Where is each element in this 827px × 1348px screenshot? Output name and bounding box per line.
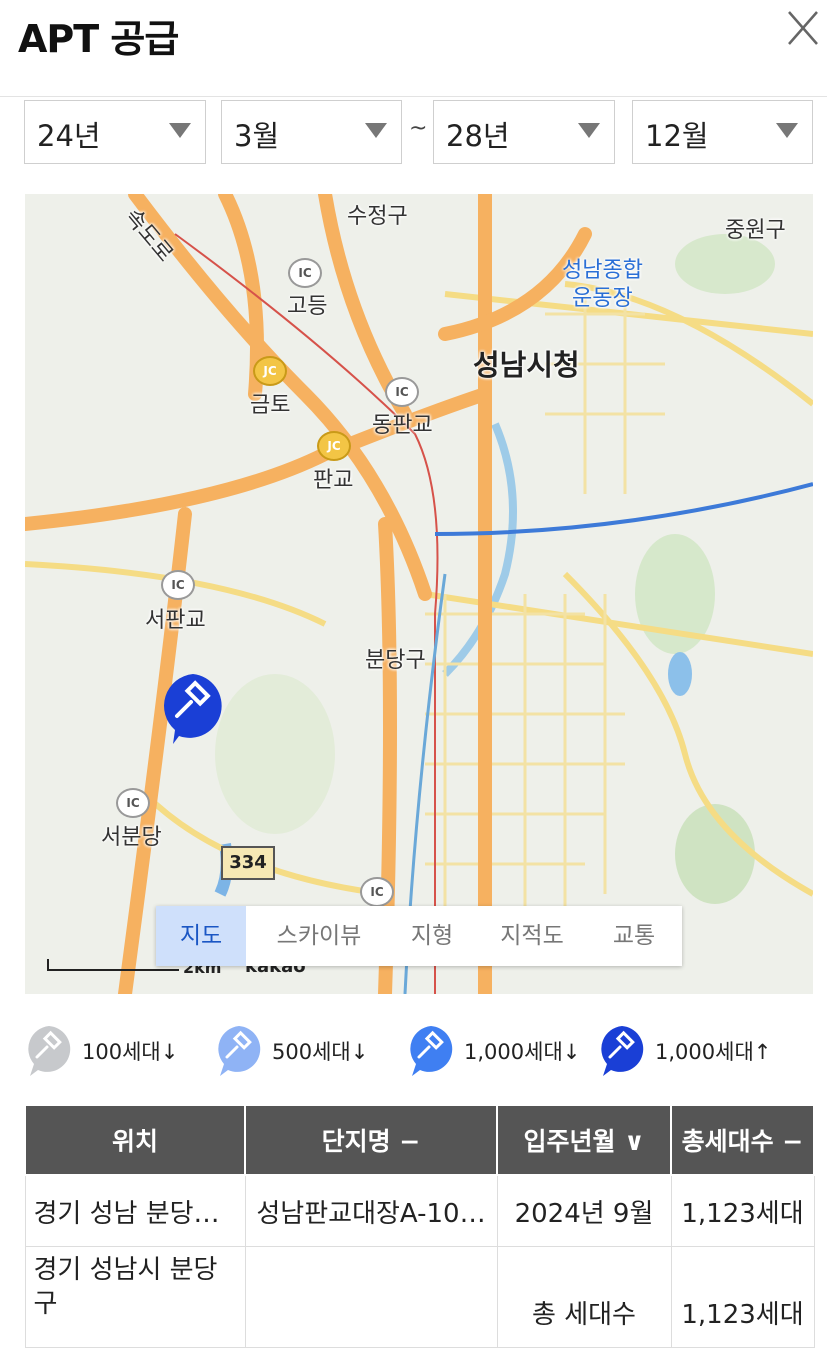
column-header-move-in-date[interactable]: 입주년월 ∨ — [496, 1104, 672, 1176]
route-number-sign: 334 — [221, 846, 275, 880]
to-month-value: 12월 — [645, 119, 709, 153]
legend-item: 1,000세대↓ — [406, 1022, 596, 1078]
legend: 100세대↓ 500세대↓ 1,000세대↓ 1,000세대↑ — [24, 1022, 814, 1078]
from-month-select[interactable]: 3월 — [221, 100, 402, 164]
map-label-jungwon: 중원구 — [725, 218, 786, 243]
apartment-pin-icon[interactable] — [159, 672, 227, 744]
table-row[interactable]: 경기 성남시 분당구 총 세대수 1,123세대 — [24, 1246, 815, 1348]
pin-blue-icon — [410, 1026, 453, 1076]
legend-label: 1,000세대↓ — [464, 1040, 581, 1064]
cell-total-households: 1,123세대 — [670, 1246, 815, 1348]
legend-label: 1,000세대↑ — [655, 1040, 772, 1064]
to-month-select[interactable]: 12월 — [632, 100, 813, 164]
legend-item: 500세대↓ — [214, 1022, 394, 1078]
map-background — [25, 194, 813, 994]
map-label-sports-complex-2: 운동장 — [572, 286, 633, 311]
map-type-tab-traffic[interactable]: 교통 — [592, 906, 676, 966]
pin-gray-icon — [28, 1026, 71, 1076]
from-year-select[interactable]: 24년 — [24, 100, 206, 164]
cell-complex-name — [244, 1246, 498, 1348]
map-label-pangyo: 판교 — [313, 468, 354, 493]
cell-move-in-date: 2024년 9월 — [496, 1174, 672, 1247]
column-header-location[interactable]: 위치 — [24, 1104, 246, 1176]
pin-dark-blue-icon — [601, 1026, 644, 1076]
map-label-bundang: 분당구 — [365, 648, 426, 673]
map-type-tab-map[interactable]: 지도 — [156, 906, 246, 966]
map-type-tab-skyview[interactable]: 스카이뷰 — [254, 906, 384, 966]
ic-marker: IC — [161, 570, 195, 600]
from-year-value: 24년 — [37, 119, 101, 153]
to-year-select[interactable]: 28년 — [433, 100, 615, 164]
legend-label: 500세대↓ — [272, 1040, 369, 1064]
ic-marker: IC — [385, 377, 419, 407]
legend-label: 100세대↓ — [82, 1040, 179, 1064]
map-label-seopangyo: 서판교 — [145, 608, 206, 633]
map-label-city-hall: 성남시청 — [473, 348, 580, 382]
cell-complex-name: 성남판교대장A-10… — [244, 1174, 498, 1247]
page-title: APT 공급 — [18, 17, 179, 61]
from-month-value: 3월 — [234, 119, 280, 153]
map-label-sujeong: 수정구 — [347, 204, 408, 229]
chevron-down-icon — [776, 123, 798, 138]
map-view[interactable]: 수정구 중원구 성남종합 운동장 성남시청 고등 금토 동판교 판교 서판교 분… — [25, 194, 813, 994]
cell-location: 경기 성남시 분당구 — [24, 1246, 246, 1348]
table-row[interactable]: 경기 성남 분당… 성남판교대장A-10… 2024년 9월 1,123세대 — [24, 1174, 815, 1247]
to-year-value: 28년 — [446, 119, 510, 153]
chevron-down-icon — [365, 123, 387, 138]
map-type-tab-terrain[interactable]: 지형 — [392, 906, 472, 966]
jc-marker: JC — [253, 356, 287, 386]
legend-item: 1,000세대↑ — [597, 1022, 797, 1078]
map-label-seobundang: 서분당 — [101, 825, 162, 850]
chevron-down-icon — [169, 123, 191, 138]
column-header-total-households[interactable]: 총세대수 − — [670, 1104, 815, 1176]
header: APT 공급 — [0, 0, 827, 97]
jc-marker: JC — [317, 431, 351, 461]
close-icon[interactable] — [785, 8, 821, 48]
apt-supply-table: 위치 단지명 − 입주년월 ∨ 총세대수 − 경기 성남 분당… 성남판교대장A… — [24, 1104, 815, 1348]
ic-marker: IC — [116, 788, 150, 818]
cell-location: 경기 성남 분당… — [24, 1174, 246, 1247]
cell-total-households: 1,123세대 — [670, 1174, 815, 1247]
cell-summary-label: 총 세대수 — [496, 1246, 672, 1348]
map-label-dongpangyo: 동판교 — [372, 413, 433, 438]
map-label-godeung: 고등 — [287, 294, 328, 319]
range-separator: ~ — [409, 116, 428, 141]
map-type-switcher: 지도 스카이뷰 지형 지적도 교통 — [156, 906, 682, 966]
map-label-geumto: 금토 — [250, 393, 291, 418]
ic-marker: IC — [360, 877, 394, 907]
date-range-filter: 24년 3월 ~ 28년 12월 — [24, 100, 813, 166]
ic-marker: IC — [288, 258, 322, 288]
column-header-complex-name[interactable]: 단지명 − — [244, 1104, 498, 1176]
chevron-down-icon — [578, 123, 600, 138]
pin-light-blue-icon — [218, 1026, 261, 1076]
table-header-row: 위치 단지명 − 입주년월 ∨ 총세대수 − — [24, 1104, 815, 1176]
map-type-tab-cadastral[interactable]: 지적도 — [482, 906, 582, 966]
legend-item: 100세대↓ — [24, 1022, 204, 1078]
